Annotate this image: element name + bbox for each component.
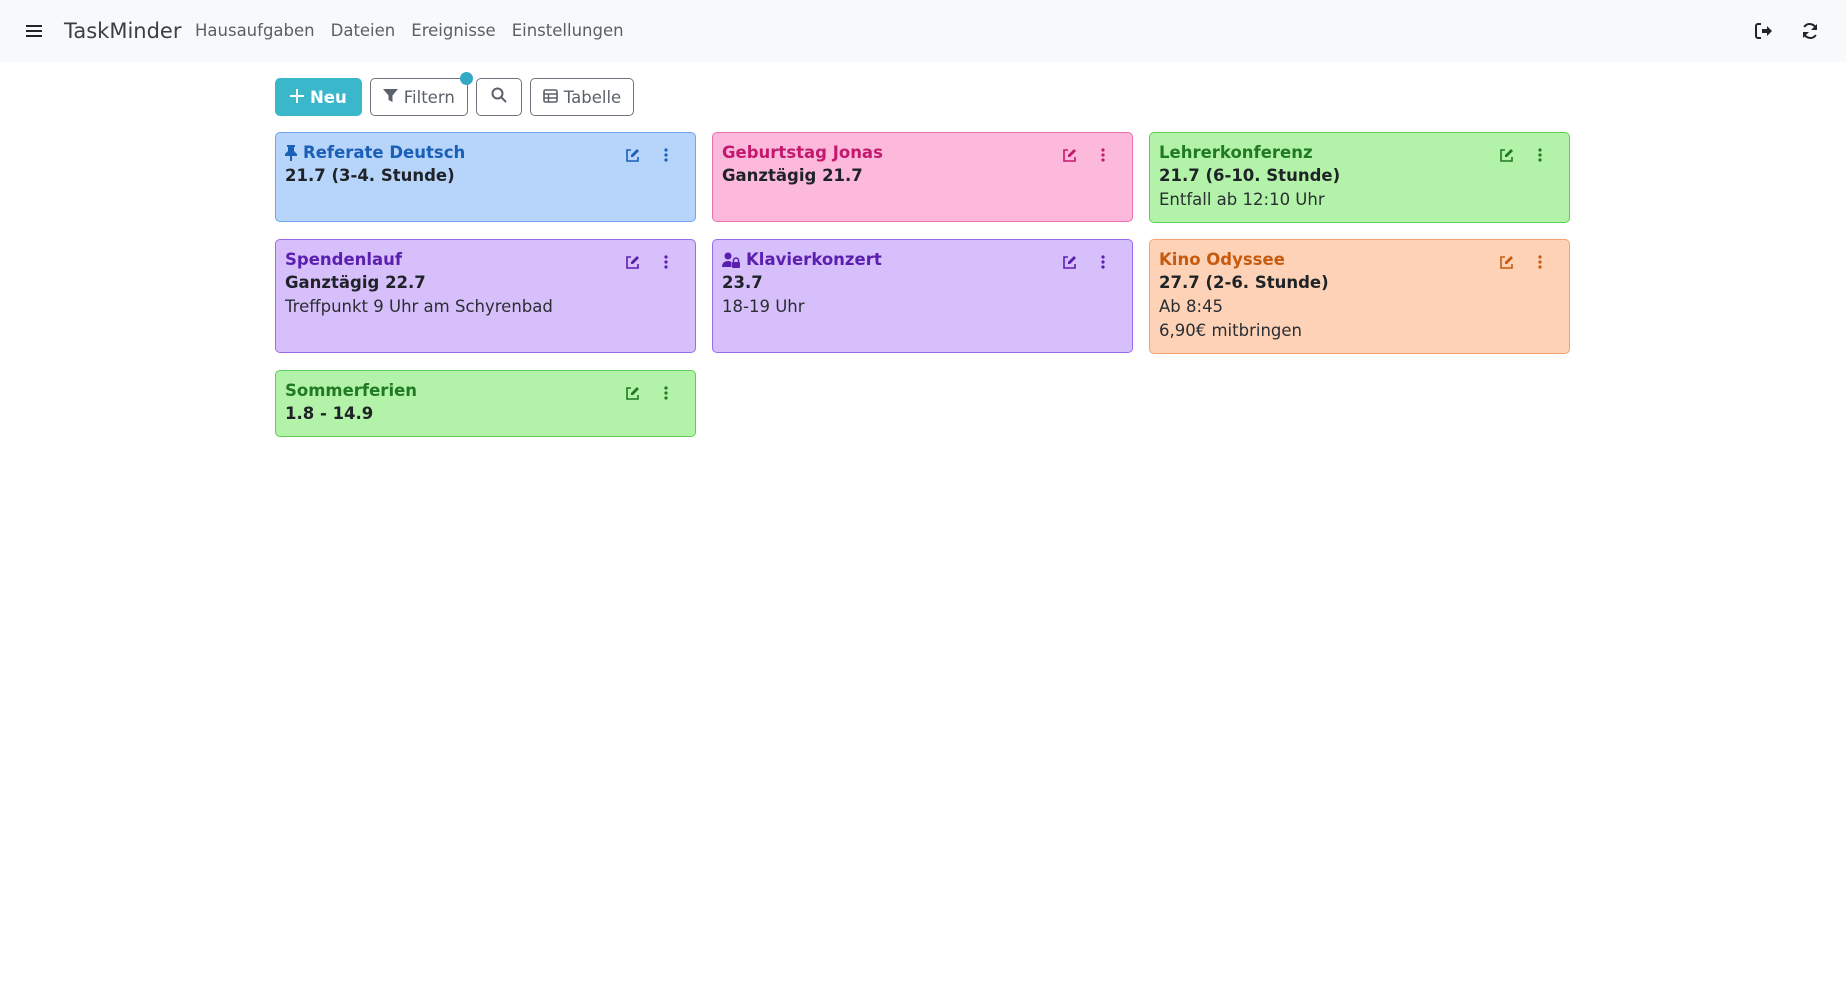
event-date: 1.8 - 14.9 bbox=[285, 404, 374, 423]
more-vertical-icon[interactable] bbox=[1094, 146, 1112, 164]
edit-icon[interactable] bbox=[1497, 146, 1515, 164]
event-actions bbox=[1060, 146, 1112, 164]
event-card[interactable]: Spendenlauf Ganztägig 22.7 Treffpunkt 9 … bbox=[275, 239, 696, 353]
event-card[interactable]: Klavierkonzert 23.7 18-19 Uhr bbox=[712, 239, 1133, 353]
event-date: 23.7 bbox=[722, 273, 763, 292]
plus-icon bbox=[290, 88, 304, 107]
filter-button-label: Filtern bbox=[403, 87, 455, 107]
event-detail: Entfall ab 12:10 Uhr bbox=[1159, 190, 1325, 209]
app-brand[interactable]: TaskMinder bbox=[64, 17, 181, 45]
more-vertical-icon[interactable] bbox=[1094, 253, 1112, 271]
event-detail: Treffpunkt 9 Uhr am Schyrenbad bbox=[285, 297, 553, 316]
event-date: 27.7 (2-6. Stunde) bbox=[1159, 273, 1329, 292]
filter-button[interactable]: Filtern bbox=[369, 72, 473, 116]
event-detail: Ab 8:45 bbox=[1159, 297, 1224, 316]
edit-icon[interactable] bbox=[623, 253, 641, 271]
event-actions bbox=[1060, 253, 1112, 271]
event-date: 21.7 (3-4. Stunde) bbox=[285, 166, 455, 185]
edit-icon[interactable] bbox=[623, 384, 641, 402]
event-actions bbox=[1497, 253, 1549, 271]
event-title-text: Referate Deutsch bbox=[303, 143, 466, 162]
event-date: Ganztägig 22.7 bbox=[285, 273, 426, 292]
new-button[interactable]: Neu bbox=[275, 78, 362, 116]
event-title-text: Sommerferien bbox=[285, 381, 418, 400]
nav-links: Hausaufgaben Dateien Ereignisse Einstell… bbox=[195, 20, 624, 42]
edit-icon[interactable] bbox=[623, 146, 641, 164]
event-date: 21.7 (6-10. Stunde) bbox=[1159, 166, 1341, 185]
user-lock-icon bbox=[722, 252, 740, 268]
new-button-label: Neu bbox=[310, 87, 347, 107]
edit-icon[interactable] bbox=[1497, 253, 1515, 271]
search-button[interactable] bbox=[475, 78, 522, 116]
more-vertical-icon[interactable] bbox=[657, 253, 675, 271]
event-title-text: Klavierkonzert bbox=[746, 250, 882, 269]
events-toolbar: Neu Filtern Tabelle bbox=[275, 72, 635, 116]
search-icon bbox=[491, 87, 507, 107]
funnel-icon bbox=[382, 88, 398, 107]
event-title-text: Geburtstag Jonas bbox=[722, 143, 883, 162]
edit-icon[interactable] bbox=[1060, 146, 1078, 164]
menu-icon[interactable] bbox=[22, 19, 46, 43]
nav-link-dateien[interactable]: Dateien bbox=[331, 20, 396, 42]
refresh-icon[interactable] bbox=[1798, 19, 1822, 43]
event-card[interactable]: Geburtstag Jonas Ganztägig 21.7 bbox=[712, 132, 1133, 222]
event-actions bbox=[1497, 146, 1549, 164]
event-card[interactable]: Referate Deutsch 21.7 (3-4. Stunde) bbox=[275, 132, 696, 222]
nav-link-ereignisse[interactable]: Ereignisse bbox=[411, 20, 495, 42]
event-actions bbox=[623, 384, 675, 402]
event-date: Ganztägig 21.7 bbox=[722, 166, 863, 185]
event-title-text: Kino Odyssee bbox=[1159, 250, 1285, 269]
event-detail: 18-19 Uhr bbox=[722, 297, 805, 316]
pin-icon bbox=[285, 145, 297, 161]
events-grid: Referate Deutsch 21.7 (3-4. Stunde) Gebu… bbox=[275, 132, 1571, 437]
event-detail: 6,90€ mitbringen bbox=[1159, 321, 1302, 340]
event-actions bbox=[623, 253, 675, 271]
table-icon bbox=[542, 88, 558, 107]
table-view-label: Tabelle bbox=[563, 87, 622, 107]
event-card[interactable]: Lehrerkonferenz 21.7 (6-10. Stunde) Entf… bbox=[1149, 132, 1570, 223]
table-view-button[interactable]: Tabelle bbox=[529, 78, 635, 116]
top-navbar: TaskMinder Hausaufgaben Dateien Ereignis… bbox=[0, 0, 1846, 62]
event-actions bbox=[623, 146, 675, 164]
logout-icon[interactable] bbox=[1752, 19, 1776, 43]
edit-icon[interactable] bbox=[1060, 253, 1078, 271]
event-card[interactable]: Kino Odyssee 27.7 (2-6. Stunde) Ab 8:45 … bbox=[1149, 239, 1570, 354]
event-title-text: Lehrerkonferenz bbox=[1159, 143, 1313, 162]
event-card[interactable]: Sommerferien 1.8 - 14.9 bbox=[275, 370, 696, 437]
event-title-text: Spendenlauf bbox=[285, 250, 403, 269]
more-vertical-icon[interactable] bbox=[657, 384, 675, 402]
more-vertical-icon[interactable] bbox=[1531, 146, 1549, 164]
nav-right-actions bbox=[1752, 19, 1822, 43]
more-vertical-icon[interactable] bbox=[1531, 253, 1549, 271]
nav-link-einstellungen[interactable]: Einstellungen bbox=[512, 20, 624, 42]
filter-active-badge bbox=[459, 72, 473, 85]
nav-link-hausaufgaben[interactable]: Hausaufgaben bbox=[195, 20, 315, 42]
more-vertical-icon[interactable] bbox=[657, 146, 675, 164]
